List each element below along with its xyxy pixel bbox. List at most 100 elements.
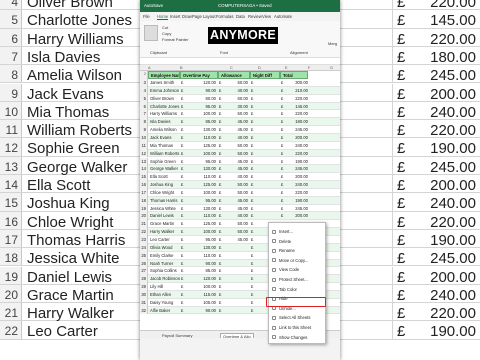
currency-cell[interactable]: £ [219,173,221,180]
currency-cell[interactable]: £ [181,260,183,267]
total-cell[interactable]: 245.00 [284,205,308,212]
context-menu-item[interactable]: Link to this Sheet [269,323,327,332]
overtime-pay-cell[interactable]: 100.00 [184,283,216,290]
allowance-cell[interactable]: 40.00 [222,173,248,180]
total-cell[interactable]: 300.00 [284,79,308,86]
currency-cell[interactable]: £ [219,197,221,204]
currency-cell[interactable]: £ [219,275,221,282]
menu-item-insert[interactable]: Insert [170,14,180,19]
currency-cell[interactable]: £ [181,126,183,133]
overtime-pay-cell[interactable]: 100.00 [184,189,216,196]
currency-cell[interactable]: £ [181,79,183,86]
currency-cell[interactable]: £ [251,142,253,149]
currency-cell[interactable]: £ [181,165,183,172]
menu-item-review[interactable]: Review [248,14,262,19]
total-cell[interactable]: 245.00 [284,165,308,172]
allowance-cell[interactable]: 45.00 [222,118,248,125]
currency-cell[interactable]: £ [251,236,253,243]
total-cell[interactable]: 245.00 [284,126,308,133]
header-cell[interactable]: Allowance [218,71,250,79]
currency-cell[interactable]: £ [251,244,253,251]
allowance-cell[interactable]: 45.00 [222,158,248,165]
currency-cell[interactable]: £ [181,110,183,117]
currency-cell[interactable]: £ [251,307,253,314]
currency-cell[interactable]: £ [251,197,253,204]
currency-cell[interactable]: £ [251,165,253,172]
copy-button[interactable]: Copy [162,31,171,36]
overtime-pay-cell[interactable]: 110.00 [184,212,217,219]
currency-cell[interactable]: £ [181,220,183,227]
currency-cell[interactable]: £ [181,291,183,298]
currency-cell[interactable]: £ [181,205,183,212]
header-cell[interactable]: Overtime Pay [180,71,218,79]
overtime-pay-cell[interactable]: 95.00 [184,158,216,165]
currency-cell[interactable]: £ [281,150,283,157]
currency-cell[interactable]: £ [181,142,183,149]
employee-name-cell[interactable]: Lily Hill [150,283,163,290]
overtime-pay-cell[interactable]: 90.00 [184,260,216,267]
overtime-pay-cell[interactable]: 100.00 [184,110,216,117]
currency-cell[interactable]: £ [219,236,221,243]
overtime-pay-cell[interactable]: 85.00 [184,118,216,125]
overtime-pay-cell[interactable]: 90.00 [184,87,216,94]
allowance-cell[interactable]: 45.00 [222,197,248,204]
currency-cell[interactable]: £ [251,205,253,212]
currency-cell[interactable]: £ [219,142,221,149]
currency-cell[interactable]: £ [281,118,283,125]
currency-cell[interactable]: £ [219,291,221,298]
total-cell[interactable]: 200.00 [284,212,308,219]
currency-cell[interactable]: £ [181,197,183,204]
currency-cell[interactable]: £ [219,307,221,314]
currency-cell[interactable]: £ [281,189,283,196]
total-cell[interactable]: 200.00 [284,134,308,141]
currency-cell[interactable]: £ [251,181,253,188]
currency-cell[interactable]: £ [181,150,183,157]
currency-cell[interactable]: £ [281,126,283,133]
currency-cell[interactable]: £ [281,212,283,219]
currency-cell[interactable]: £ [181,118,183,125]
autosave-label[interactable]: AutoSave [144,3,163,8]
overtime-pay-cell[interactable]: 85.00 [184,267,216,274]
overtime-pay-cell[interactable]: 120.00 [184,275,216,282]
employee-name-cell[interactable]: Isla Davies [150,118,170,125]
context-menu-item[interactable]: Protect Sheet... [269,275,327,284]
currency-cell[interactable]: £ [181,228,183,235]
overtime-pay-cell[interactable]: 130.00 [184,244,216,251]
merge-button[interactable]: Merg [328,41,337,46]
currency-cell[interactable]: £ [251,110,253,117]
employee-name-cell[interactable]: Charlotte Jones [150,103,179,110]
column-header-b[interactable]: B [180,66,183,70]
currency-cell[interactable]: £ [219,103,221,110]
employee-name-cell[interactable]: Daniel Lewis [150,212,174,219]
employee-name-cell[interactable]: Ethan Allen [150,291,171,298]
currency-cell[interactable]: £ [251,252,253,259]
overtime-pay-cell[interactable]: 130.00 [184,126,216,133]
employee-name-cell[interactable]: Ella Scott [150,173,168,180]
allowance-cell[interactable]: 40.00 [222,87,248,94]
employee-name-cell[interactable]: Leo Carter [150,236,170,243]
employee-name-cell[interactable]: Harry Williams [150,110,177,117]
currency-cell[interactable]: £ [219,134,221,141]
currency-cell[interactable]: £ [219,283,221,290]
menu-item-draw[interactable]: Draw [182,14,192,19]
menu-item-data[interactable]: Data [236,14,245,19]
total-cell[interactable]: 200.00 [284,173,308,180]
currency-cell[interactable]: £ [219,158,221,165]
column-header-g[interactable]: G [330,66,333,70]
employee-name-cell[interactable]: Oliver Brown [150,95,174,102]
allowance-cell[interactable]: 50.00 [222,142,248,149]
currency-cell[interactable]: £ [281,110,283,117]
context-menu-item[interactable]: Rename [269,246,327,255]
currency-cell[interactable]: £ [281,134,283,141]
currency-cell[interactable]: £ [281,95,283,102]
column-header-e[interactable]: E [285,66,288,70]
employee-name-cell[interactable]: Harry Walker [150,228,174,235]
menu-item-view[interactable]: View [262,14,271,19]
currency-cell[interactable]: £ [251,173,253,180]
overtime-pay-cell[interactable]: 130.00 [184,205,216,212]
currency-cell[interactable]: £ [281,79,283,86]
column-header-f[interactable]: F [308,66,310,70]
context-menu-item[interactable]: Delete [269,237,327,246]
currency-cell[interactable]: £ [219,244,221,251]
total-cell[interactable]: 145.00 [284,103,308,110]
